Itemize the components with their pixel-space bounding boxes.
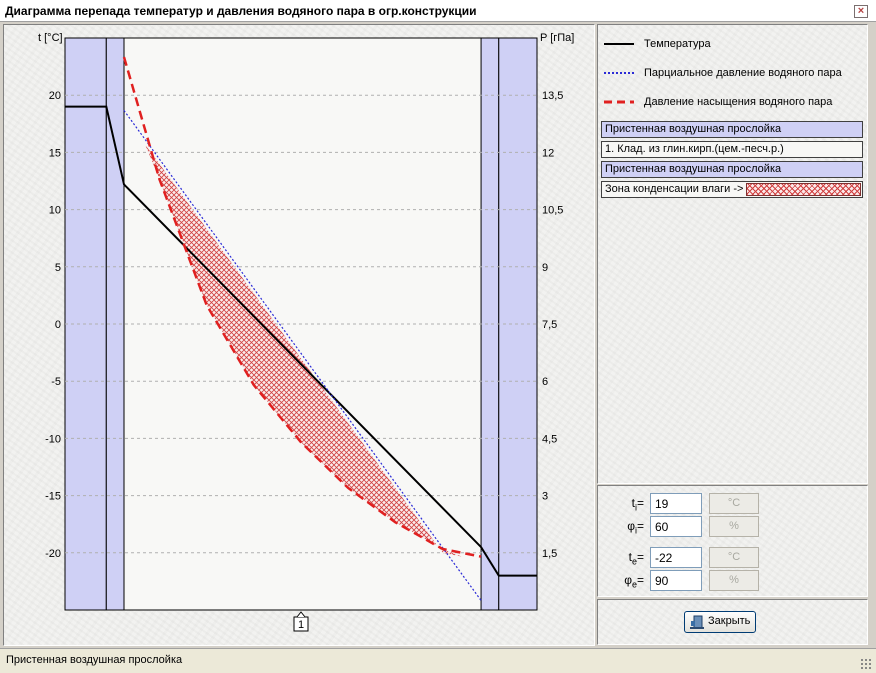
- ti-unit-button[interactable]: °C: [709, 493, 759, 514]
- te-input[interactable]: [650, 547, 702, 568]
- left-tick-label: -10: [45, 433, 61, 445]
- status-text: Пристенная воздушная прослойка: [6, 654, 183, 666]
- te-unit-button[interactable]: °C: [709, 547, 759, 568]
- right-tick-label: 6: [542, 376, 548, 388]
- left-tick-label: -15: [45, 491, 61, 503]
- param-row-phii: φi= %: [604, 516, 864, 538]
- legend-item-partial-pressure: Парциальное давление водяного пара: [604, 64, 864, 82]
- solid-line-icon: [604, 43, 634, 45]
- door-exit-icon: [690, 615, 704, 629]
- close-button-label: Закрыть: [708, 615, 751, 627]
- right-tick-label: 10,5: [542, 205, 563, 217]
- layer-item-brick[interactable]: 1. Клад. из глин.кирп.(цем.-песч.р.): [601, 141, 863, 158]
- ti-input[interactable]: [650, 493, 702, 514]
- right-axis-label: P [гПа]: [540, 32, 574, 44]
- hatch-swatch-icon: [746, 183, 861, 196]
- layers-list: Пристенная воздушная прослойка 1. Клад. …: [601, 121, 863, 201]
- window-close-button[interactable]: ×: [854, 5, 868, 18]
- param-row-ti: ti= °C: [604, 493, 864, 515]
- legend-item-saturation-pressure: Давление насыщения водяного пара: [604, 93, 864, 111]
- te-label: te=: [628, 550, 644, 567]
- legend-label: Давление насыщения водяного пара: [644, 96, 833, 108]
- param-row-te: te= °C: [604, 547, 864, 569]
- left-tick-label: 15: [49, 147, 61, 159]
- legend-panel: Температура Парциальное давление водяног…: [597, 24, 868, 484]
- legend-label: Температура: [644, 38, 711, 50]
- phii-input[interactable]: [650, 516, 702, 537]
- right-tick-label: 13,5: [542, 90, 563, 102]
- left-tick-label: 5: [55, 262, 61, 274]
- chart-panel: 20 13,5 15 12 10 10,5 5 9 0 7,5 -5 6 -10 4,5 -15 3 -20 1,…: [3, 24, 595, 646]
- left-tick-label: 20: [49, 90, 61, 102]
- layer-item-air-inner[interactable]: Пристенная воздушная прослойка: [601, 121, 863, 138]
- legend: Температура Парциальное давление водяног…: [598, 25, 867, 115]
- title-bar: Диаграмма перепада температур и давления…: [0, 0, 876, 22]
- right-tick-label: 1,5: [542, 548, 557, 560]
- x-marker-arrow: [296, 611, 306, 618]
- phie-unit-button[interactable]: %: [709, 570, 759, 591]
- button-panel: Закрыть: [597, 599, 868, 645]
- diagram-chart: 20 13,5 15 12 10 10,5 5 9 0 7,5 -5 6 -10 4,5 -15 3 -20 1,…: [38, 32, 574, 632]
- right-tick-label: 3: [542, 491, 548, 503]
- condensation-zone-label: Зона конденсации влаги ->: [605, 183, 744, 195]
- legend-item-temperature: Температура: [604, 35, 864, 53]
- left-tick-label: 10: [49, 205, 61, 217]
- ti-label: ti=: [631, 496, 644, 513]
- phie-label: φe=: [624, 573, 644, 590]
- dashed-line-icon: [604, 100, 634, 104]
- right-tick-label: 4,5: [542, 433, 557, 445]
- right-tick-label: 12: [542, 147, 554, 159]
- left-tick-label: -20: [45, 548, 61, 560]
- legend-label: Парциальное давление водяного пара: [644, 67, 842, 79]
- phie-input[interactable]: [650, 570, 702, 591]
- condensation-zone-legend: Зона конденсации влаги ->: [601, 181, 863, 198]
- layer-band: [480, 37, 500, 611]
- phii-label: φi=: [627, 519, 644, 536]
- close-button[interactable]: Закрыть: [684, 611, 756, 633]
- status-bar: Пристенная воздушная прослойка: [0, 648, 876, 673]
- phii-unit-button[interactable]: %: [709, 516, 759, 537]
- right-tick-label: 9: [542, 262, 548, 274]
- x-marker-label: 1: [298, 619, 304, 631]
- resize-grip-icon[interactable]: [860, 658, 872, 670]
- parameters-panel: ti= °C φi= % te= °C φe= %: [597, 485, 868, 597]
- left-axis-label: t [°C]: [38, 32, 63, 44]
- right-tick-label: 7,5: [542, 319, 557, 331]
- dotted-line-icon: [604, 72, 634, 74]
- left-tick-label: 0: [55, 319, 61, 331]
- layer-item-air-outer[interactable]: Пристенная воздушная прослойка: [601, 161, 863, 178]
- left-tick-label: -5: [51, 376, 61, 388]
- param-row-phie: φe= %: [604, 570, 864, 592]
- window-title: Диаграмма перепада температур и давления…: [5, 4, 477, 18]
